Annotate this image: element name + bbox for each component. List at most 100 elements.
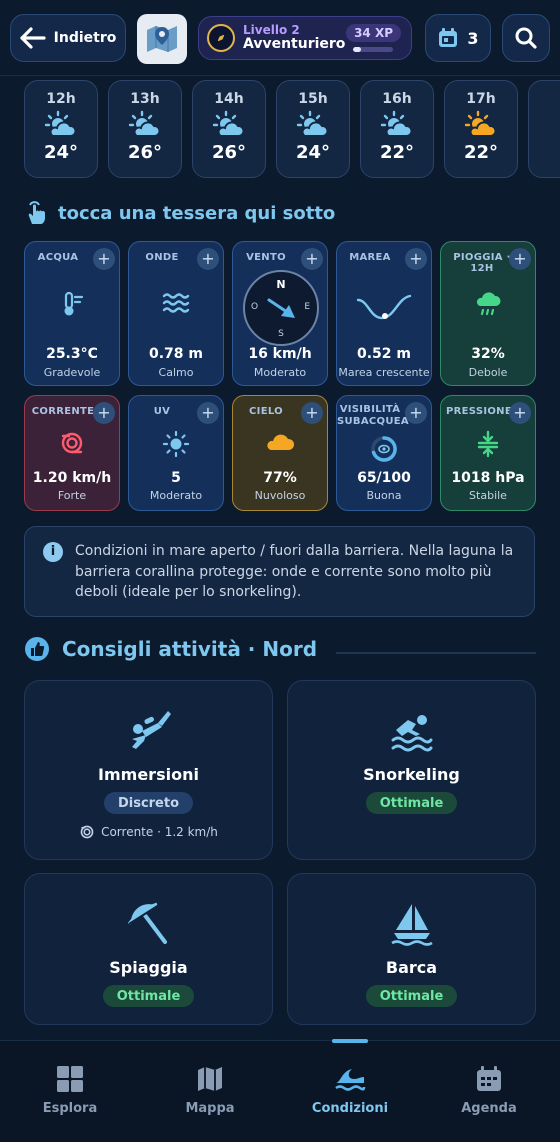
- hour-time: 14h: [214, 91, 244, 107]
- activity-card-barca[interactable]: Barca Ottimale: [287, 873, 536, 1025]
- tile-marea[interactable]: MAREA + 0.52 m Marea crescente: [336, 241, 432, 386]
- plus-icon[interactable]: +: [509, 402, 531, 424]
- hour-card[interactable]: [528, 80, 560, 178]
- tile-description: Calmo: [158, 366, 194, 379]
- tile-cielo[interactable]: CIELO + 77% Nuvoloso: [232, 395, 328, 511]
- compass-west: O: [251, 302, 259, 312]
- search-button[interactable]: [502, 14, 550, 62]
- scuba-diver-icon: [131, 711, 171, 749]
- wave-icon: [335, 1069, 366, 1091]
- cloud-icon: [267, 434, 295, 450]
- calendar-icon: [477, 1066, 501, 1091]
- activity-note: Corrente · 1.2 km/h: [79, 824, 218, 840]
- tile-value: 1.20 km/h: [32, 470, 112, 486]
- grid-icon: [57, 1066, 83, 1092]
- hour-time: 13h: [130, 91, 160, 107]
- activities-section-title: Consigli attività · Nord: [24, 636, 317, 662]
- plus-icon[interactable]: +: [405, 402, 427, 424]
- hour-temperature: 26°: [127, 142, 163, 163]
- info-text: Condizioni in mare aperto / fuori dalla …: [75, 543, 514, 601]
- current-swirl-icon: [80, 825, 94, 839]
- tile-description: Marea crescente: [338, 366, 430, 379]
- calendar-button[interactable]: 3: [425, 14, 491, 62]
- nav-esplora[interactable]: Esplora: [15, 1065, 125, 1116]
- compass-north: N: [276, 278, 286, 291]
- top-bar: Indietro Livello 2 Avventuriero 34 XP 3: [0, 0, 560, 76]
- tile-pressione[interactable]: PRESSIONE + 1018 hPa Stabile: [440, 395, 536, 511]
- tile-label: MAREA: [349, 252, 391, 263]
- section-divider: [336, 652, 536, 654]
- tile-vento[interactable]: VENTO + N E S O 16 km/h Moderato: [232, 241, 328, 386]
- plus-icon[interactable]: +: [93, 248, 115, 270]
- hour-card[interactable]: 13h 26°: [108, 80, 182, 178]
- nav-condizioni[interactable]: Condizioni: [295, 1065, 405, 1116]
- open-sea-info: i Condizioni in mare aperto / fuori dall…: [24, 526, 535, 617]
- swimmer-icon: [391, 715, 432, 752]
- beach-umbrella-icon: [127, 902, 167, 944]
- sun-cloud-icon: [296, 110, 329, 137]
- hour-card[interactable]: 16h 22°: [360, 80, 434, 178]
- tile-label: VENTO: [246, 252, 286, 263]
- hour-card[interactable]: 17h 22°: [444, 80, 518, 178]
- tile-description: Buona: [366, 489, 402, 502]
- tile-label-line1: VISIBILITÀ: [339, 404, 401, 415]
- nav-label: Agenda: [461, 1101, 517, 1116]
- tile-value: 32%: [471, 346, 505, 362]
- tile-description: Gradevole: [43, 366, 101, 379]
- plus-icon[interactable]: +: [93, 402, 115, 424]
- activity-name: Immersioni: [98, 765, 199, 784]
- hour-temperature: 22°: [463, 142, 499, 163]
- tile-acqua[interactable]: ACQUA + 25.3°C Gradevole: [24, 241, 120, 386]
- hour-temperature: 24°: [43, 142, 79, 163]
- plus-icon[interactable]: +: [301, 248, 323, 270]
- tile-onde[interactable]: ONDE + 0.78 m Calmo: [128, 241, 224, 386]
- activity-card-spiaggia[interactable]: Spiaggia Ottimale: [24, 873, 273, 1025]
- tile-uv[interactable]: UV + 5 Moderato: [128, 395, 224, 511]
- tile-value: 77%: [263, 470, 297, 486]
- nav-agenda[interactable]: Agenda: [434, 1065, 544, 1116]
- activity-card-snorkeling[interactable]: Snorkeling Ottimale: [287, 680, 536, 860]
- tile-label: PRESSIONE: [446, 406, 512, 417]
- nav-mappa[interactable]: Mappa: [155, 1065, 265, 1116]
- plus-icon[interactable]: +: [405, 248, 427, 270]
- bottom-navigation: Esplora Mappa Condizioni Agenda: [0, 1039, 560, 1142]
- tile-value: 65/100: [357, 470, 411, 486]
- plus-icon[interactable]: +: [509, 248, 531, 270]
- plus-icon[interactable]: +: [197, 402, 219, 424]
- search-icon: [515, 27, 537, 49]
- hour-card[interactable]: 15h 24°: [276, 80, 350, 178]
- current-swirl-icon: [61, 432, 83, 454]
- tile-visibilita[interactable]: VISIBILITÀ SUBACQUEA + 65/100 Buona: [336, 395, 432, 511]
- wind-direction-arrow-icon: [267, 298, 295, 318]
- arrow-left-icon: [20, 27, 46, 49]
- map-pin-icon: [147, 26, 177, 52]
- waves-icon: [162, 293, 190, 313]
- tile-pioggia[interactable]: PIOGGIA · 12H + 32% Debole: [440, 241, 536, 386]
- hour-card[interactable]: 12h 24°: [24, 80, 98, 178]
- activity-card-immersioni[interactable]: Immersioni Discreto Corrente · 1.2 km/h: [24, 680, 273, 860]
- hour-time: 15h: [298, 91, 328, 107]
- hour-card[interactable]: 14h 26°: [192, 80, 266, 178]
- tile-corrente[interactable]: CORRENTE + 1.20 km/h Forte: [24, 395, 120, 511]
- sun-cloud-icon: [128, 110, 161, 137]
- nav-label: Esplora: [42, 1101, 98, 1116]
- tide-curve-icon: [356, 294, 412, 320]
- activity-rating-badge: Ottimale: [102, 985, 195, 1007]
- level-chip[interactable]: Livello 2 Avventuriero 34 XP: [198, 16, 412, 60]
- compass-south: S: [278, 329, 284, 339]
- plus-icon[interactable]: +: [301, 402, 323, 424]
- pressure-icon: [477, 430, 499, 458]
- sun-cloud-icon: [44, 110, 77, 137]
- nav-label: Condizioni: [311, 1101, 389, 1116]
- plus-icon[interactable]: +: [197, 248, 219, 270]
- app-logo[interactable]: [137, 14, 187, 64]
- tile-label: VISIBILITÀ SUBACQUEA: [337, 404, 409, 427]
- tile-label: CIELO: [249, 406, 283, 417]
- hourly-forecast-strip[interactable]: 12h 24° 13h 26° 14h 26° 15h 24° 16h 22° …: [24, 80, 560, 180]
- tile-description: Forte: [57, 489, 87, 502]
- compass-east: E: [304, 302, 310, 312]
- tile-description: Moderato: [253, 366, 307, 379]
- tile-value: 25.3°C: [46, 346, 98, 362]
- hint-text: tocca una tessera qui sotto: [58, 202, 336, 224]
- back-button[interactable]: Indietro: [10, 14, 126, 62]
